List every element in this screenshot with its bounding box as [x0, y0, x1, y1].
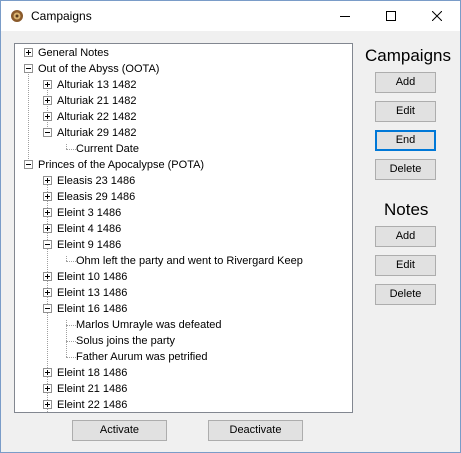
- expand-icon[interactable]: [43, 176, 52, 185]
- collapse-icon[interactable]: [43, 128, 52, 137]
- expand-icon[interactable]: [43, 288, 52, 297]
- tree-node-note[interactable]: Current Date: [76, 141, 139, 157]
- window-title: Campaigns: [31, 9, 92, 23]
- tree-node-campaign[interactable]: Princes of the Apocalypse (POTA): [38, 157, 204, 173]
- expand-icon[interactable]: [24, 48, 33, 57]
- tree-node-general-notes[interactable]: General Notes: [38, 45, 109, 61]
- activate-button[interactable]: Activate: [72, 420, 167, 441]
- tree-node-session[interactable]: Alturiak 13 1482: [57, 77, 137, 93]
- expand-icon[interactable]: [43, 192, 52, 201]
- note-delete-button[interactable]: Delete: [375, 284, 436, 305]
- tree-node-note[interactable]: Marlos Umrayle was defeated: [76, 317, 222, 333]
- collapse-icon[interactable]: [24, 160, 33, 169]
- tree-node-session[interactable]: Alturiak 29 1482: [57, 125, 137, 141]
- app-icon: [11, 10, 23, 22]
- close-icon: [432, 11, 442, 21]
- expand-icon[interactable]: [43, 272, 52, 281]
- expand-icon[interactable]: [43, 80, 52, 89]
- tree-node-note[interactable]: Ohm left the party and went to Rivergard…: [76, 253, 303, 269]
- tree-connector: [66, 149, 76, 150]
- tree-node-session[interactable]: Eleint 4 1486: [57, 221, 121, 237]
- expand-icon[interactable]: [43, 368, 52, 377]
- tree-node-session[interactable]: Eleint 9 1486: [57, 237, 121, 253]
- tree-connector: [28, 64, 29, 165]
- campaign-end-button[interactable]: End: [375, 130, 436, 151]
- minimize-button[interactable]: [322, 1, 368, 31]
- expand-icon[interactable]: [43, 112, 52, 121]
- tree-node-session[interactable]: Eleint 22 1486: [57, 397, 127, 412]
- tree-connector: [66, 357, 76, 358]
- deactivate-button[interactable]: Deactivate: [208, 420, 303, 441]
- tree-connector: [66, 341, 76, 342]
- campaigns-window: Campaigns General Notes Out of the Abyss…: [0, 0, 461, 453]
- maximize-icon: [386, 11, 396, 21]
- tree-node-session[interactable]: Eleint 18 1486: [57, 365, 127, 381]
- tree-node-campaign[interactable]: Out of the Abyss (OOTA): [38, 61, 159, 77]
- campaigns-heading: Campaigns: [365, 46, 451, 65]
- expand-icon[interactable]: [43, 208, 52, 217]
- tree-connector: [66, 325, 76, 326]
- expand-icon[interactable]: [43, 96, 52, 105]
- tree-node-session[interactable]: Eleasis 23 1486: [57, 173, 135, 189]
- minimize-icon: [340, 16, 350, 17]
- expand-icon[interactable]: [43, 384, 52, 393]
- collapse-icon[interactable]: [43, 240, 52, 249]
- collapse-icon[interactable]: [24, 64, 33, 73]
- campaign-edit-button[interactable]: Edit: [375, 101, 436, 122]
- tree-node-session[interactable]: Alturiak 22 1482: [57, 109, 137, 125]
- title-bar[interactable]: Campaigns: [1, 1, 460, 31]
- tree-node-session[interactable]: Eleasis 29 1486: [57, 189, 135, 205]
- close-button[interactable]: [414, 1, 460, 31]
- tree-node-session[interactable]: Eleint 10 1486: [57, 269, 127, 285]
- maximize-button[interactable]: [368, 1, 414, 31]
- notes-heading: Notes: [384, 200, 429, 219]
- note-edit-button[interactable]: Edit: [375, 255, 436, 276]
- collapse-icon[interactable]: [43, 304, 52, 313]
- expand-icon[interactable]: [43, 400, 52, 409]
- campaign-tree[interactable]: General Notes Out of the Abyss (OOTA) Al…: [14, 43, 353, 413]
- tree-node-note[interactable]: Solus joins the party: [76, 333, 175, 349]
- campaign-add-button[interactable]: Add: [375, 72, 436, 93]
- tree-node-session[interactable]: Alturiak 21 1482: [57, 93, 137, 109]
- expand-icon[interactable]: [43, 224, 52, 233]
- tree-node-session[interactable]: Eleint 21 1486: [57, 381, 127, 397]
- tree-connector: [66, 261, 76, 262]
- tree-node-note[interactable]: Father Aurum was petrified: [76, 349, 207, 365]
- tree-node-session[interactable]: Eleint 13 1486: [57, 285, 127, 301]
- campaign-delete-button[interactable]: Delete: [375, 159, 436, 180]
- tree-node-session[interactable]: Eleint 16 1486: [57, 301, 127, 317]
- note-add-button[interactable]: Add: [375, 226, 436, 247]
- tree-node-session[interactable]: Eleint 3 1486: [57, 205, 121, 221]
